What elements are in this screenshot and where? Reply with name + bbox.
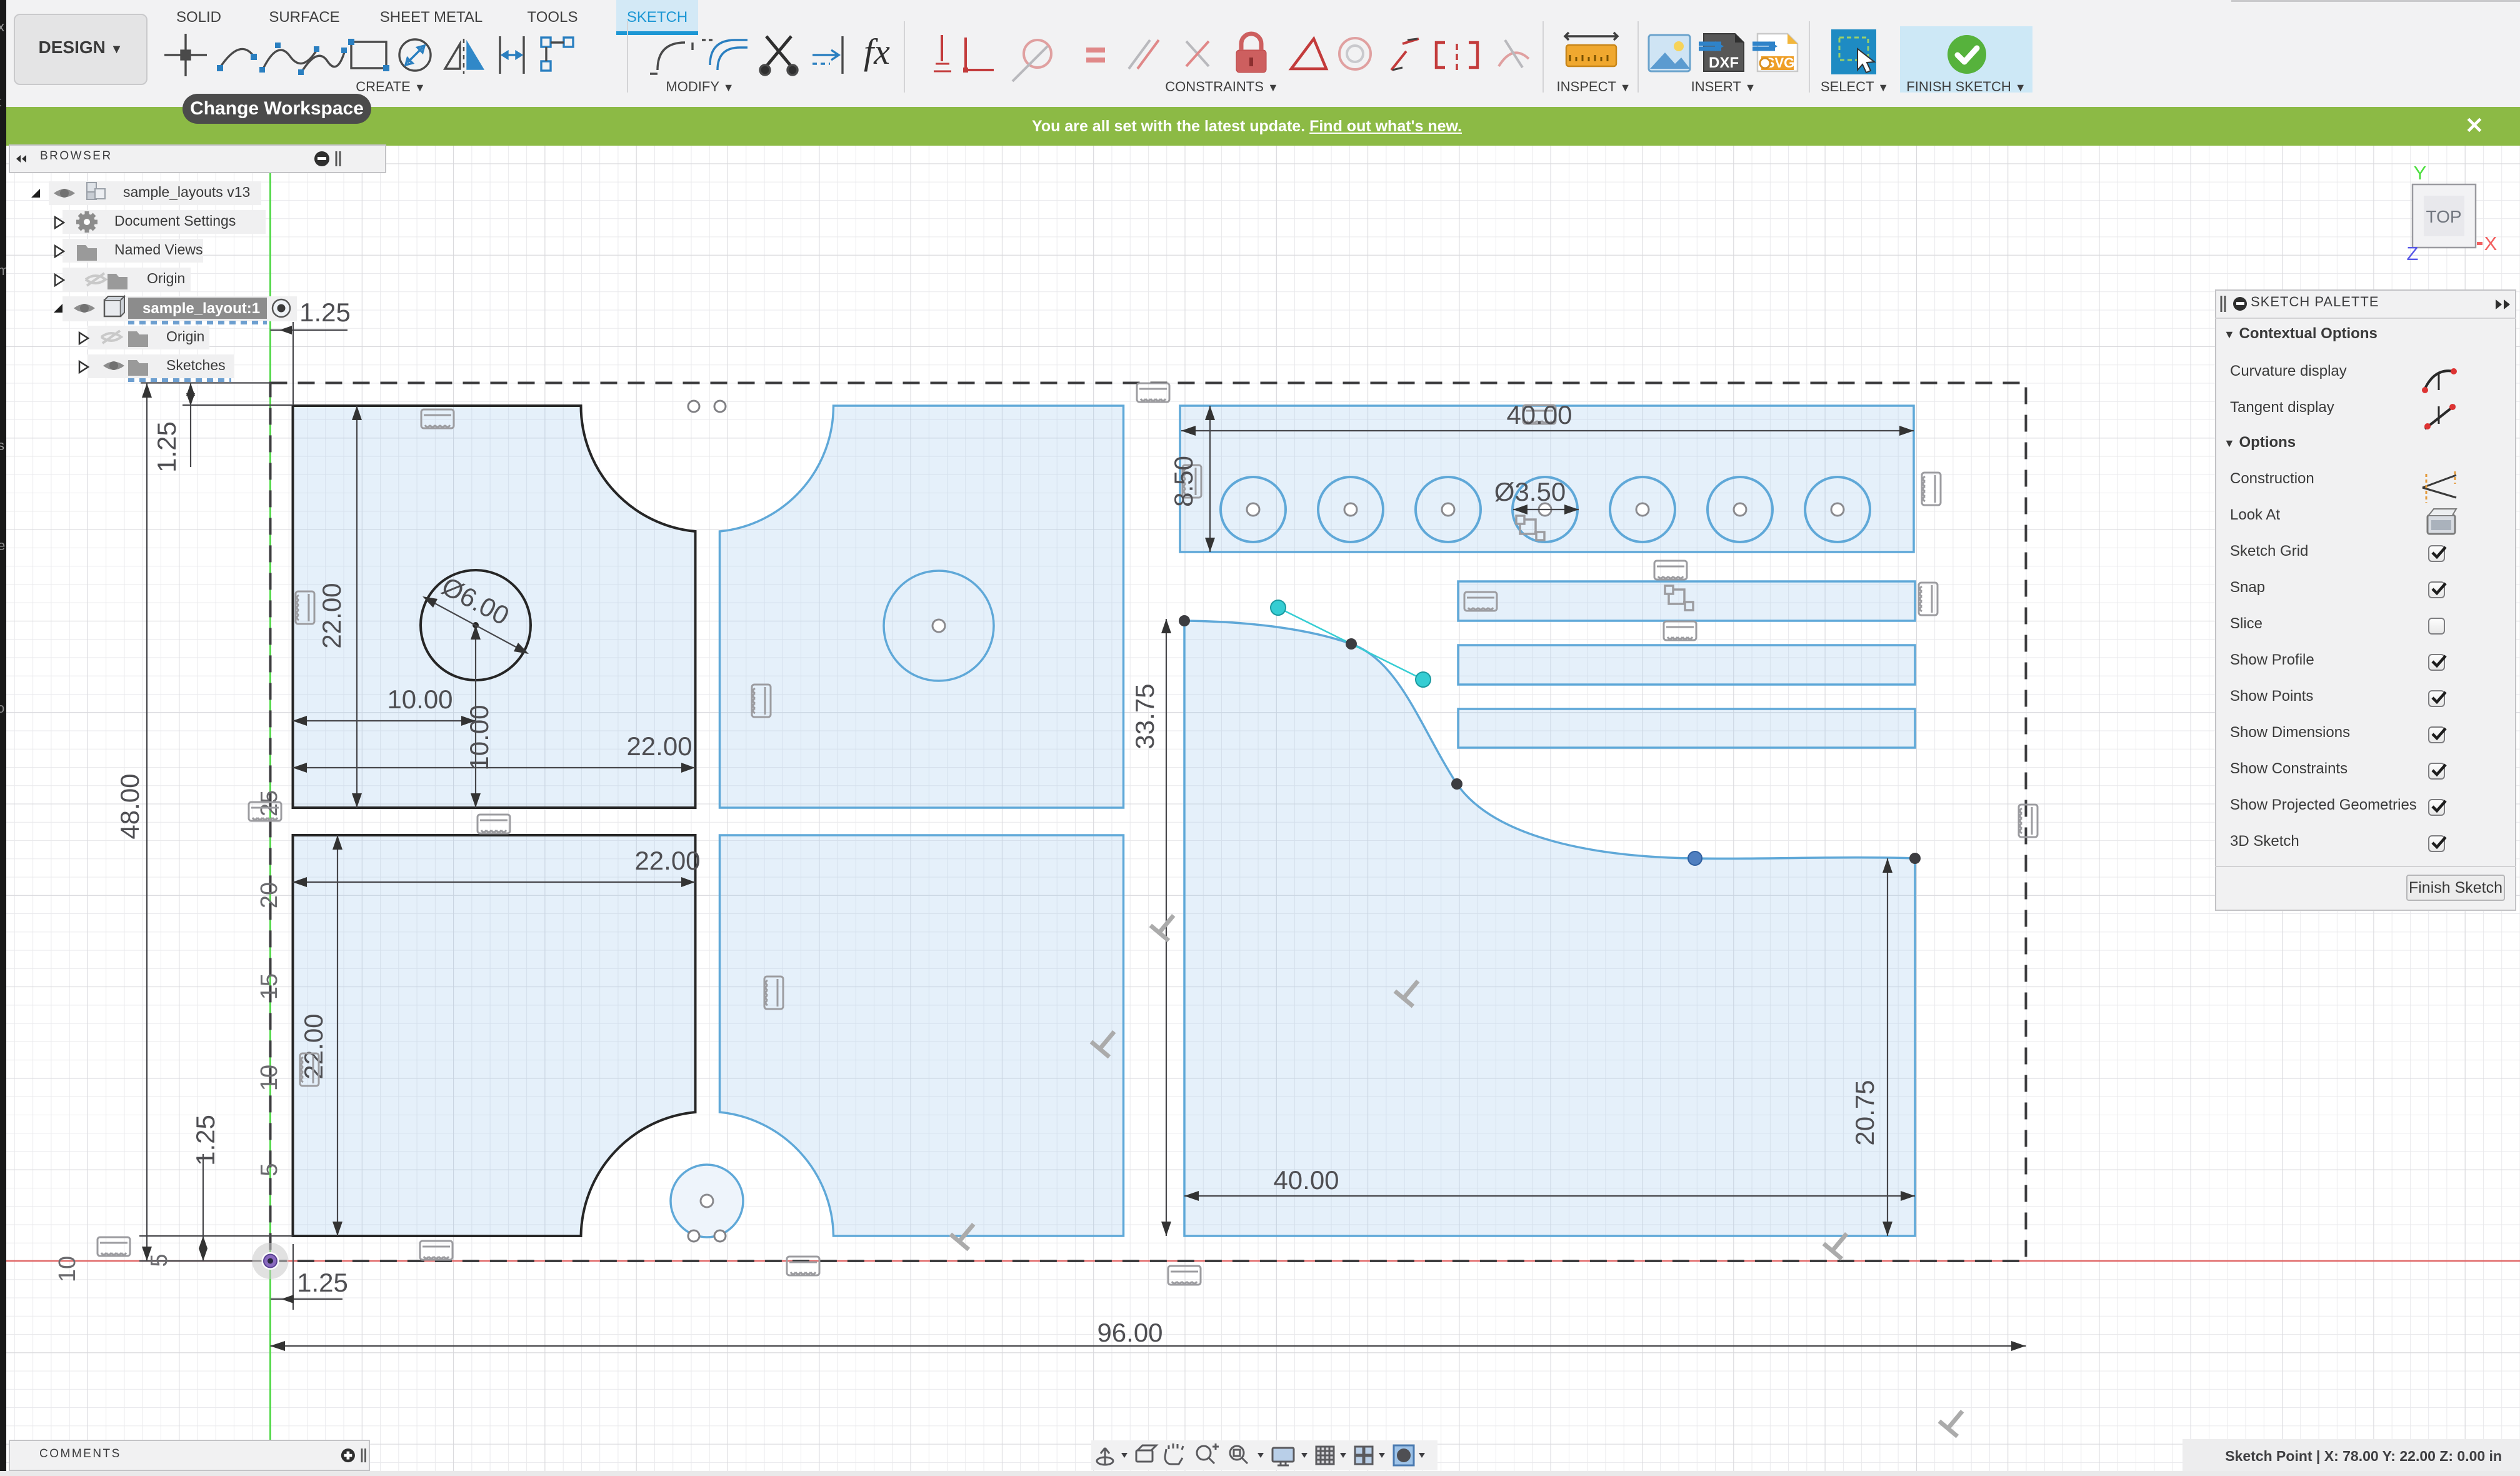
svg-text:TOP: TOP [2426,207,2461,226]
svg-text:Y: Y [2414,162,2427,184]
svg-text:5: 5 [146,1253,172,1267]
svg-text:25: 25 [256,790,282,816]
svg-text:1.25: 1.25 [152,421,181,473]
svg-text:8.50: 8.50 [1169,456,1198,507]
svg-text:10.00: 10.00 [387,685,452,714]
svg-text:DXF: DXF [1709,54,1739,71]
svg-text:sample_layout:1: sample_layout:1 [142,300,260,317]
svg-text:22.00: 22.00 [317,583,346,648]
svg-text:20.75: 20.75 [1850,1080,1879,1145]
svg-text:10: 10 [54,1256,81,1282]
svg-text:22.00: 22.00 [626,731,692,761]
svg-text:10.00: 10.00 [464,705,494,770]
svg-text:5: 5 [256,1163,282,1176]
svg-text:10: 10 [256,1065,282,1091]
svg-text:40.00: 40.00 [1506,400,1572,429]
svg-text:Z: Z [2407,243,2419,264]
svg-text:33.75: 33.75 [1130,683,1159,749]
svg-text:X: X [2484,233,2498,254]
svg-text:48.00: 48.00 [115,773,144,839]
svg-text:96.00: 96.00 [1097,1318,1162,1347]
svg-text:1.25: 1.25 [191,1115,220,1166]
svg-text:Ø3.50: Ø3.50 [1494,477,1566,506]
svg-text:15: 15 [256,973,282,1000]
svg-text:1.25: 1.25 [297,1268,348,1297]
svg-text:40.00: 40.00 [1273,1165,1339,1195]
svg-text:20: 20 [256,882,282,908]
svg-text:fx: fx [864,31,890,72]
svg-text:22.00: 22.00 [634,846,700,875]
